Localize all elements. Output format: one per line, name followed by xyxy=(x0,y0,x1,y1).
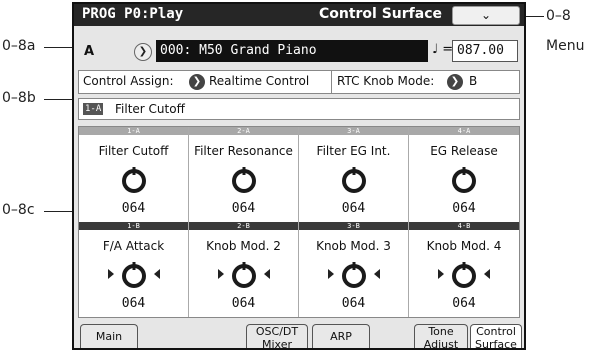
knob-name: Knob Mod. 2 xyxy=(206,239,281,253)
knob-value: 064 xyxy=(341,201,366,216)
callout-menu-line xyxy=(526,16,544,17)
knob-1-b[interactable]: 1-B F/A Attack 064 xyxy=(79,222,189,317)
tempo-label: ♩ = xyxy=(432,42,454,57)
program-name-field[interactable]: 000: M50 Grand Piano xyxy=(156,40,428,62)
rtc-knob-mode-popup-icon[interactable]: ❯ xyxy=(447,74,463,90)
tab-main[interactable]: Main xyxy=(80,324,138,348)
knob-dial-icon[interactable] xyxy=(119,165,149,195)
triangle-left-icon xyxy=(484,269,490,279)
knob-value: 064 xyxy=(452,296,476,311)
selected-knob-label: Filter Cutoff xyxy=(115,102,185,116)
program-select-row: A ❯ 000: M50 Grand Piano ♩ = 087.00 xyxy=(78,40,520,64)
callout-ref-a-line xyxy=(44,47,74,48)
knob-name: Knob Mod. 3 xyxy=(316,239,391,253)
knob-grid: 1-A Filter Cutoff 064 2-A Filter Resonance 06… xyxy=(78,126,520,318)
tab-control-surface[interactable]: Control Surface xyxy=(470,324,522,348)
callout-menu-ref: 0–8 xyxy=(546,8,571,24)
chevron-down-icon: ⌄ xyxy=(480,8,492,22)
knob-header: 2-A xyxy=(189,127,298,135)
knob-dial-icon[interactable] xyxy=(339,260,369,290)
rtc-knob-mode-value[interactable]: B xyxy=(469,74,477,88)
selected-knob-tag: 1-A xyxy=(83,103,104,115)
knob-header: 4-A xyxy=(409,127,519,135)
knob-header: 3-A xyxy=(299,127,408,135)
knob-header: 3-B xyxy=(299,222,408,230)
triangle-right-icon xyxy=(108,269,114,279)
menu-button[interactable]: ⌄ xyxy=(452,6,520,25)
knob-value: 064 xyxy=(121,296,146,311)
control-assign-label: Control Assign: xyxy=(83,74,174,88)
callout-ref-a: 0–8a xyxy=(2,38,36,54)
triangle-right-icon xyxy=(438,269,444,279)
callout-ref-c: 0–8c xyxy=(2,202,35,218)
knob-dial-icon[interactable] xyxy=(229,165,259,195)
tempo-field[interactable]: 087.00 xyxy=(452,40,518,62)
knob-dial-icon[interactable] xyxy=(449,165,479,195)
knob-3-a[interactable]: 3-A Filter EG Int. 064 xyxy=(299,127,409,222)
knob-value: 064 xyxy=(452,201,476,216)
triangle-right-icon xyxy=(218,269,224,279)
tab-arp[interactable]: ARP xyxy=(312,324,370,348)
knob-dial-icon[interactable] xyxy=(119,260,149,290)
control-assign-popup-icon[interactable]: ❯ xyxy=(189,74,205,90)
knob-4-a[interactable]: 4-A EG Release 064 xyxy=(409,127,519,222)
knob-header: 1-B xyxy=(79,222,188,230)
divider xyxy=(331,71,332,93)
knob-value: 064 xyxy=(341,296,366,311)
bank-label: A xyxy=(84,44,95,59)
page-title: Control Surface xyxy=(318,6,442,22)
knob-name: Filter Resonance xyxy=(194,144,293,158)
knob-name: EG Release xyxy=(430,144,498,158)
knob-header: 4-B xyxy=(409,222,519,230)
knob-name: Filter EG Int. xyxy=(316,144,391,158)
control-assign-row: Control Assign: ❯ Realtime Control RTC K… xyxy=(78,70,520,94)
triangle-left-icon xyxy=(374,269,380,279)
triangle-left-icon xyxy=(264,269,270,279)
page-tabs: Main OSC/DT Mixer ARP Tone Adjust Contro… xyxy=(74,322,524,348)
knob-dial-icon[interactable] xyxy=(229,260,259,290)
knob-1-a[interactable]: 1-A Filter Cutoff 064 xyxy=(79,127,189,222)
lcd-screen: PROG P0:Play Control Surface ⌄ A ❯ 000: … xyxy=(72,2,526,350)
callout-menu-word: Menu xyxy=(546,38,585,54)
knob-name: Knob Mod. 4 xyxy=(426,239,502,253)
knob-name: Filter Cutoff xyxy=(98,144,169,158)
knob-name: F/A Attack xyxy=(102,239,165,253)
mode-title: PROG P0:Play xyxy=(82,6,184,22)
knob-value: 064 xyxy=(231,201,256,216)
knob-dial-icon[interactable] xyxy=(449,260,479,290)
rtc-knob-mode-label: RTC Knob Mode: xyxy=(337,74,435,88)
knob-4-b[interactable]: 4-B Knob Mod. 4 064 xyxy=(409,222,519,317)
tab-osc-dt-mixer[interactable]: OSC/DT Mixer xyxy=(246,324,308,348)
knob-3-b[interactable]: 3-B Knob Mod. 3 064 xyxy=(299,222,409,317)
knob-value: 064 xyxy=(121,201,146,216)
knob-header: 2-B xyxy=(189,222,298,230)
triangle-left-icon xyxy=(154,269,160,279)
selected-knob-row: 1-A Filter Cutoff xyxy=(78,98,520,120)
knob-dial-icon[interactable] xyxy=(339,165,369,195)
knob-value: 064 xyxy=(231,296,256,311)
callout-ref-c-line xyxy=(44,211,74,212)
triangle-right-icon xyxy=(328,269,334,279)
knob-header: 1-A xyxy=(79,127,188,135)
callout-ref-b: 0–8b xyxy=(2,90,36,106)
title-bar: PROG P0:Play Control Surface ⌄ xyxy=(74,4,524,26)
control-assign-value[interactable]: Realtime Control xyxy=(209,74,309,88)
knob-2-a[interactable]: 2-A Filter Resonance 064 xyxy=(189,127,299,222)
tab-tone-adjust[interactable]: Tone Adjust xyxy=(414,324,468,348)
knob-2-b[interactable]: 2-B Knob Mod. 2 064 xyxy=(189,222,299,317)
callout-ref-b-line xyxy=(44,99,74,100)
program-popup-arrow-icon[interactable]: ❯ xyxy=(134,43,152,61)
